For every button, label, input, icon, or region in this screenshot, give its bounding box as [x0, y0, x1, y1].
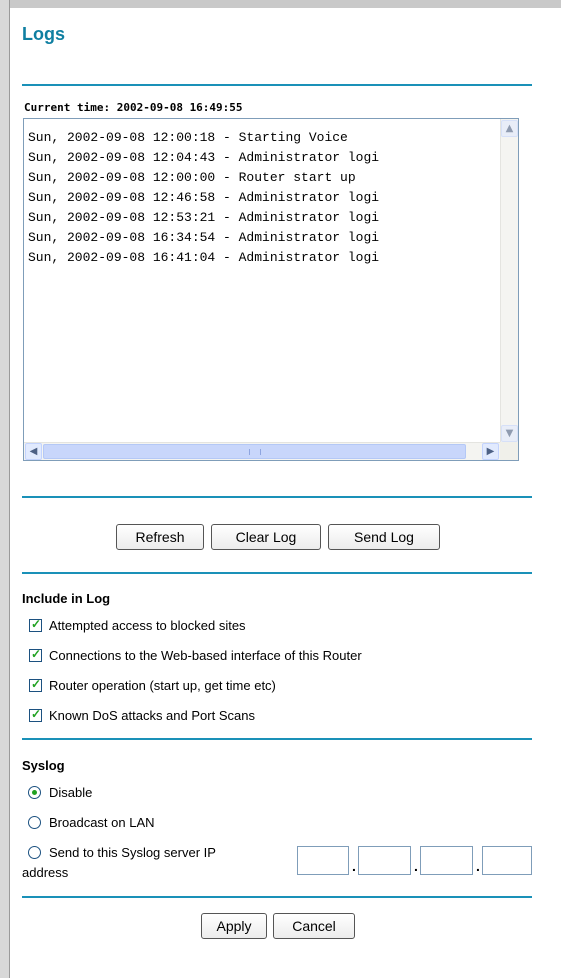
divider — [22, 496, 532, 498]
option-label: Send to this Syslog server IP — [49, 845, 216, 860]
checkmark-icon: ✓ — [31, 617, 42, 631]
log-entry: Sun, 2002-09-08 12:04:43 - Administrator… — [28, 150, 380, 165]
checkbox[interactable]: ✓ — [29, 707, 42, 722]
syslog-option-server[interactable]: Send to this Syslog server IP — [28, 846, 216, 860]
horizontal-scrollbar[interactable]: ◀ ▶ — [24, 442, 500, 460]
log-entry: Sun, 2002-09-08 16:34:54 - Administrator… — [28, 230, 380, 245]
divider — [22, 738, 532, 740]
scrollbar-thumb[interactable] — [43, 444, 466, 459]
option-label: Router operation (start up, get time etc… — [49, 678, 276, 693]
thumb-grip — [249, 449, 261, 455]
divider — [22, 84, 532, 86]
option-label: Connections to the Web-based interface o… — [49, 648, 362, 663]
log-textarea[interactable]: Sun, 2002-09-08 12:00:18 - Starting Voic… — [23, 118, 519, 461]
checkmark-icon: ✓ — [31, 707, 42, 721]
radio-selected-dot — [32, 790, 37, 795]
page-title: Logs — [22, 24, 65, 44]
radio-button[interactable] — [28, 846, 41, 859]
option-router-operation[interactable]: ✓ Router operation (start up, get time et… — [29, 677, 276, 695]
scroll-corner — [500, 442, 518, 460]
option-label: Broadcast on LAN — [49, 815, 155, 830]
window-left-edge — [0, 0, 10, 978]
scroll-right-icon[interactable]: ▶ — [482, 443, 499, 460]
syslog-option-disable[interactable]: Disable — [28, 786, 92, 800]
vertical-scrollbar[interactable]: ▲ ▼ — [500, 119, 518, 443]
option-dos-attacks[interactable]: ✓ Known DoS attacks and Port Scans — [29, 707, 255, 725]
checkbox[interactable]: ✓ — [29, 677, 42, 692]
syslog-heading: Syslog — [22, 758, 65, 773]
cancel-button[interactable]: Cancel — [273, 913, 355, 939]
option-blocked-sites[interactable]: ✓ Attempted access to blocked sites — [29, 617, 246, 635]
log-entry: Sun, 2002-09-08 12:53:21 - Administrator… — [28, 210, 380, 225]
ip-separator: . — [476, 858, 480, 874]
option-web-interface-connections[interactable]: ✓ Connections to the Web-based interface … — [29, 647, 362, 665]
checkbox[interactable]: ✓ — [29, 617, 42, 632]
scroll-down-icon[interactable]: ▼ — [501, 425, 518, 442]
syslog-ip-octet-1[interactable] — [297, 846, 349, 875]
log-content: Sun, 2002-09-08 12:00:18 - Starting Voic… — [28, 128, 496, 432]
current-time: Current time: 2002-09-08 16:49:55 — [24, 101, 243, 114]
syslog-ip-octet-4[interactable] — [482, 846, 532, 875]
clear-log-button[interactable]: Clear Log — [211, 524, 321, 550]
ip-separator: . — [352, 858, 356, 874]
checkmark-icon: ✓ — [31, 677, 42, 691]
scroll-up-icon[interactable]: ▲ — [501, 120, 518, 137]
refresh-button[interactable]: Refresh — [116, 524, 204, 550]
checkbox[interactable]: ✓ — [29, 647, 42, 662]
log-entry: Sun, 2002-09-08 12:46:58 - Administrator… — [28, 190, 380, 205]
syslog-option-server-continuation: address — [22, 865, 69, 880]
syslog-ip-octet-2[interactable] — [358, 846, 411, 875]
divider — [22, 896, 532, 898]
radio-button[interactable] — [28, 786, 41, 799]
log-entry: Sun, 2002-09-08 12:00:00 - Router start … — [28, 170, 356, 185]
option-label: Attempted access to blocked sites — [49, 618, 246, 633]
syslog-ip-octet-3[interactable] — [420, 846, 473, 875]
apply-button[interactable]: Apply — [201, 913, 267, 939]
window-top-edge — [0, 0, 561, 8]
log-entry: Sun, 2002-09-08 12:00:18 - Starting Voic… — [28, 130, 348, 145]
log-entry: Sun, 2002-09-08 16:41:04 - Administrator… — [28, 250, 380, 265]
ip-separator: . — [414, 858, 418, 874]
send-log-button[interactable]: Send Log — [328, 524, 440, 550]
syslog-option-broadcast[interactable]: Broadcast on LAN — [28, 816, 155, 830]
option-label: Disable — [49, 785, 93, 800]
radio-button[interactable] — [28, 816, 41, 829]
divider — [22, 572, 532, 574]
checkmark-icon: ✓ — [31, 647, 42, 661]
include-in-log-heading: Include in Log — [22, 591, 111, 606]
scroll-left-icon[interactable]: ◀ — [25, 443, 42, 460]
option-label: Known DoS attacks and Port Scans — [49, 708, 255, 723]
